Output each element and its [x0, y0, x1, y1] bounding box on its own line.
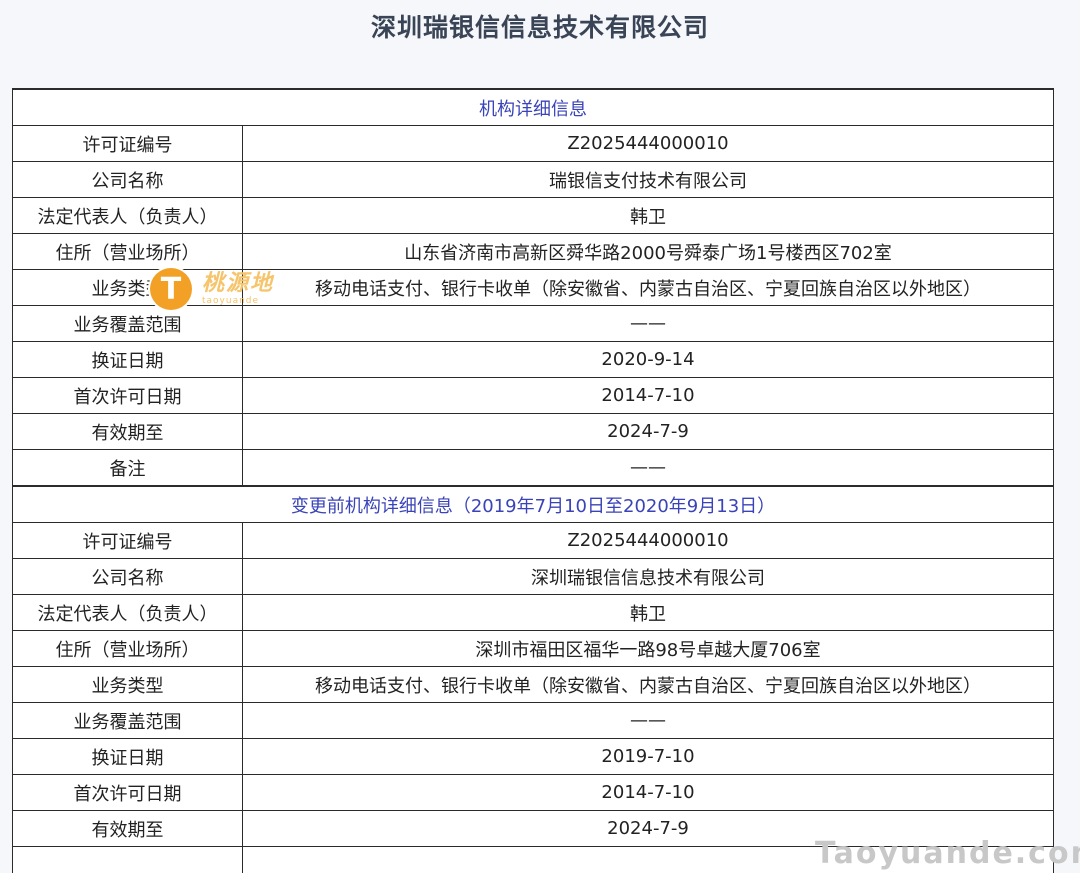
- table-row: 备注 ——: [12, 449, 1054, 487]
- table-row: 住所（营业场所） 山东省济南市高新区舜华路2000号舜泰广场1号楼西区702室: [12, 233, 1054, 270]
- row-value: Z2025444000010: [242, 125, 1054, 162]
- row-value: Z2025444000010: [242, 522, 1054, 559]
- row-label: 业务类型: [12, 269, 243, 306]
- table-row: 公司名称 深圳瑞银信信息技术有限公司: [12, 558, 1054, 595]
- row-value: 2020-9-14: [242, 341, 1054, 378]
- row-value: ——: [242, 702, 1054, 739]
- table-row: 业务覆盖范围 ——: [12, 305, 1054, 342]
- row-label: 公司名称: [12, 558, 243, 595]
- page: 深圳瑞银信信息技术有限公司 机构详细信息 许可证编号 Z202544400001…: [0, 0, 1080, 873]
- row-value: 深圳市福田区福华一路98号卓越大厦706室: [242, 630, 1054, 667]
- row-value: 深圳瑞银信信息技术有限公司: [242, 558, 1054, 595]
- row-label: [12, 846, 243, 873]
- row-value: 2024-7-9: [242, 413, 1054, 450]
- table-row: 业务类型 移动电话支付、银行卡收单（除安徽省、内蒙古自治区、宁夏回族自治区以外地…: [12, 269, 1054, 306]
- table-row: 换证日期 2020-9-14: [12, 341, 1054, 378]
- row-value: 移动电话支付、银行卡收单（除安徽省、内蒙古自治区、宁夏回族自治区以外地区）: [242, 666, 1054, 703]
- table-row: 换证日期 2019-7-10: [12, 738, 1054, 775]
- page-title: 深圳瑞银信信息技术有限公司: [370, 13, 709, 42]
- row-label: 住所（营业场所）: [12, 630, 243, 667]
- table-row: 法定代表人（负责人） 韩卫: [12, 197, 1054, 234]
- row-value: [242, 846, 1054, 873]
- table-row: 许可证编号 Z2025444000010: [12, 125, 1054, 162]
- table-row: 业务覆盖范围 ——: [12, 702, 1054, 739]
- table-row: 法定代表人（负责人） 韩卫: [12, 594, 1054, 631]
- row-label: 有效期至: [12, 810, 243, 847]
- row-label: 业务覆盖范围: [12, 305, 243, 342]
- table-row: 许可证编号 Z2025444000010: [12, 522, 1054, 559]
- row-label: 换证日期: [12, 738, 243, 775]
- table-row: [12, 846, 1054, 873]
- license-info-table: 机构详细信息 许可证编号 Z2025444000010 公司名称 瑞银信支付技术…: [12, 88, 1054, 873]
- table-row: 公司名称 瑞银信支付技术有限公司: [12, 161, 1054, 198]
- row-label: 住所（营业场所）: [12, 233, 243, 270]
- table-row: 首次许可日期 2014-7-10: [12, 377, 1054, 414]
- row-value: 移动电话支付、银行卡收单（除安徽省、内蒙古自治区、宁夏回族自治区以外地区）: [242, 269, 1054, 306]
- table-row: 有效期至 2024-7-9: [12, 810, 1054, 847]
- section-heading: 变更前机构详细信息（2019年7月10日至2020年9月13日）: [12, 485, 1054, 523]
- table-row: 有效期至 2024-7-9: [12, 413, 1054, 450]
- row-label: 有效期至: [12, 413, 243, 450]
- section-heading: 机构详细信息: [12, 88, 1054, 126]
- row-label: 首次许可日期: [12, 774, 243, 811]
- row-value: 2014-7-10: [242, 774, 1054, 811]
- table-row: 首次许可日期 2014-7-10: [12, 774, 1054, 811]
- row-label: 首次许可日期: [12, 377, 243, 414]
- row-value: ——: [242, 305, 1054, 342]
- row-value: 瑞银信支付技术有限公司: [242, 161, 1054, 198]
- row-label: 法定代表人（负责人）: [12, 594, 243, 631]
- row-label: 备注: [12, 449, 243, 487]
- row-label: 公司名称: [12, 161, 243, 198]
- row-value: 山东省济南市高新区舜华路2000号舜泰广场1号楼西区702室: [242, 233, 1054, 270]
- row-label: 许可证编号: [12, 125, 243, 162]
- row-label: 业务类型: [12, 666, 243, 703]
- row-label: 法定代表人（负责人）: [12, 197, 243, 234]
- row-value: 韩卫: [242, 594, 1054, 631]
- section-header-row: 变更前机构详细信息（2019年7月10日至2020年9月13日）: [12, 485, 1054, 523]
- row-value: 2019-7-10: [242, 738, 1054, 775]
- row-value: 韩卫: [242, 197, 1054, 234]
- table-row: 业务类型 移动电话支付、银行卡收单（除安徽省、内蒙古自治区、宁夏回族自治区以外地…: [12, 666, 1054, 703]
- row-label: 业务覆盖范围: [12, 702, 243, 739]
- row-value: ——: [242, 449, 1054, 487]
- table-row: 住所（营业场所） 深圳市福田区福华一路98号卓越大厦706室: [12, 630, 1054, 667]
- section-header-row: 机构详细信息: [12, 88, 1054, 126]
- row-value: 2024-7-9: [242, 810, 1054, 847]
- row-value: 2014-7-10: [242, 377, 1054, 414]
- row-label: 许可证编号: [12, 522, 243, 559]
- row-label: 换证日期: [12, 341, 243, 378]
